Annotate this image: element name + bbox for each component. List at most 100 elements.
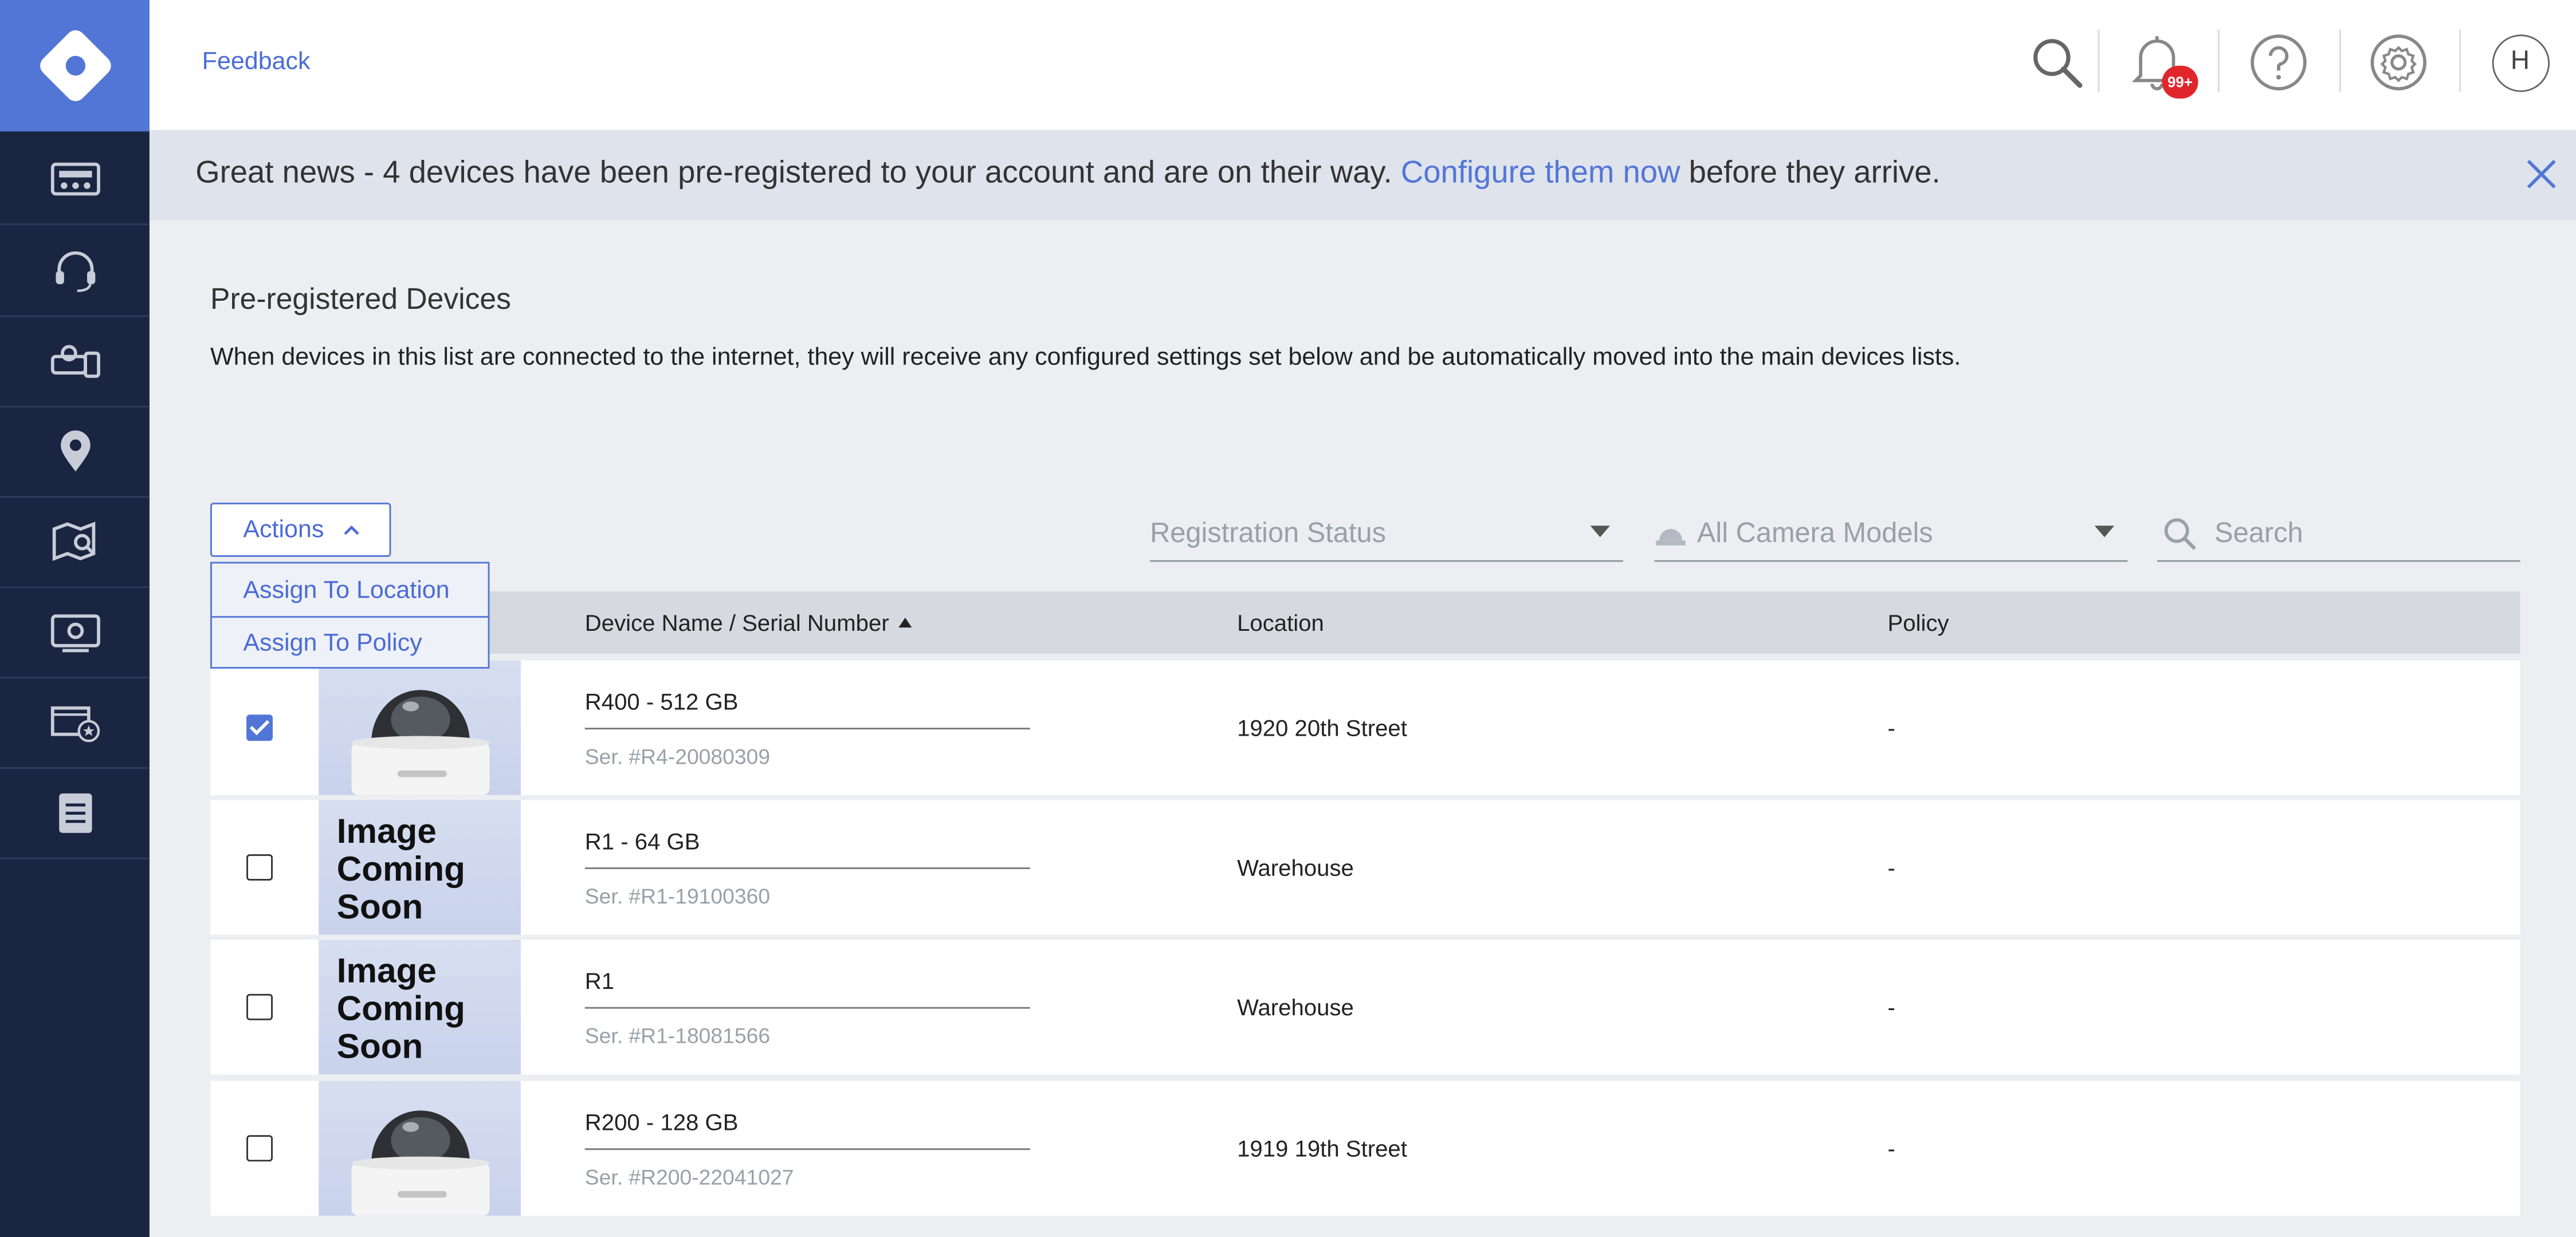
divider bbox=[2459, 29, 2461, 92]
settings-button[interactable] bbox=[2366, 30, 2432, 96]
serial-number: Ser. #R1-18081566 bbox=[584, 1023, 771, 1048]
actions-menu: Assign To Location Assign To Policy bbox=[210, 561, 490, 669]
actions-button[interactable]: Actions bbox=[210, 502, 391, 557]
device-location: Warehouse bbox=[1237, 993, 1354, 1020]
top-bar: Feedback 99+ H bbox=[149, 0, 2576, 130]
search-icon bbox=[2164, 517, 2196, 549]
monitor-icon bbox=[50, 613, 100, 651]
device-location: Warehouse bbox=[1237, 854, 1354, 881]
logo-icon bbox=[35, 26, 115, 105]
chevron-down-icon bbox=[2094, 525, 2115, 537]
device-policy: - bbox=[1887, 854, 1895, 881]
underline bbox=[584, 1007, 1030, 1009]
sidebar-item-reports[interactable] bbox=[0, 767, 150, 859]
banner-text-after: before they arrive. bbox=[1680, 156, 1941, 191]
headset-icon bbox=[55, 250, 95, 292]
row-checkbox[interactable] bbox=[246, 993, 273, 1020]
camera-model-label: All Camera Models bbox=[1697, 516, 1933, 548]
sidebar-item-devices[interactable] bbox=[0, 316, 150, 408]
camera-model-select[interactable]: All Camera Models bbox=[1654, 506, 2128, 562]
sidebar-item-dashboard[interactable] bbox=[0, 133, 150, 225]
underline bbox=[584, 728, 1030, 730]
reports-icon bbox=[58, 792, 92, 832]
configure-link[interactable]: Configure them now bbox=[1401, 156, 1680, 190]
banner-message: Great news - 4 devices have been pre-reg… bbox=[195, 156, 1940, 192]
device-name[interactable]: R1 bbox=[585, 968, 614, 994]
table-row[interactable]: Image Coming Soon R1 - 64 GB Ser. #R1-1910… bbox=[210, 800, 2520, 935]
map-search-icon bbox=[52, 521, 95, 560]
row-checkbox[interactable] bbox=[246, 1135, 273, 1162]
search-icon bbox=[2033, 39, 2083, 88]
video-star-icon bbox=[50, 705, 99, 741]
location-pin-icon bbox=[60, 429, 90, 471]
devices-icon bbox=[50, 344, 100, 378]
search-placeholder: Search bbox=[2214, 516, 2303, 548]
sidebar-item-support[interactable] bbox=[0, 225, 150, 317]
device-name[interactable]: R200 - 128 GB bbox=[585, 1109, 739, 1135]
table-row[interactable]: R200 - 128 GB Ser. #R200-22041027 1919 1… bbox=[210, 1081, 2520, 1216]
image-placeholder-text: Image Coming Soon bbox=[336, 953, 465, 1066]
camera-image bbox=[351, 1110, 490, 1216]
sidebar-item-clips[interactable] bbox=[0, 677, 150, 769]
device-thumbnail: Image Coming Soon bbox=[319, 800, 521, 935]
registration-status-select[interactable]: Registration Status bbox=[1150, 506, 1623, 562]
gear-icon bbox=[2370, 34, 2427, 91]
close-icon[interactable] bbox=[2523, 156, 2559, 192]
underline bbox=[584, 867, 1030, 869]
camera-image bbox=[351, 690, 490, 795]
logo[interactable] bbox=[0, 0, 150, 132]
serial-number: Ser. #R200-22041027 bbox=[584, 1164, 794, 1189]
device-policy: - bbox=[1887, 1135, 1895, 1162]
sidebar-item-monitor[interactable] bbox=[0, 587, 150, 679]
device-name[interactable]: R1 - 64 GB bbox=[585, 828, 700, 854]
device-thumbnail bbox=[319, 1081, 521, 1216]
row-checkbox[interactable] bbox=[246, 854, 273, 881]
table-header: Device Name / Serial Number Location Pol… bbox=[210, 591, 2520, 654]
column-device-name[interactable]: Device Name / Serial Number bbox=[585, 610, 912, 636]
table-row[interactable]: R400 - 512 GB Ser. #R4-20080309 1920 20t… bbox=[210, 660, 2520, 795]
feedback-link[interactable]: Feedback bbox=[202, 48, 311, 76]
divider bbox=[2217, 29, 2220, 92]
divider bbox=[2098, 29, 2100, 92]
image-placeholder-text: Image Coming Soon bbox=[336, 813, 465, 927]
device-policy: - bbox=[1887, 993, 1895, 1020]
help-button[interactable] bbox=[2246, 30, 2312, 96]
column-location[interactable]: Location bbox=[1237, 610, 1324, 636]
serial-number: Ser. #R1-19100360 bbox=[584, 883, 771, 909]
serial-number: Ser. #R4-20080309 bbox=[584, 744, 771, 769]
menu-item-assign-location[interactable]: Assign To Location bbox=[212, 563, 488, 616]
sidebar-item-map[interactable] bbox=[0, 496, 150, 588]
sidebar-item-locations[interactable] bbox=[0, 406, 150, 498]
device-policy: - bbox=[1887, 714, 1895, 741]
sidebar bbox=[0, 0, 150, 1237]
notice-banner: Great news - 4 devices have been pre-reg… bbox=[149, 129, 2576, 221]
menu-item-assign-policy[interactable]: Assign To Policy bbox=[211, 616, 488, 669]
device-name[interactable]: R400 - 512 GB bbox=[585, 688, 739, 714]
page-description: When devices in this list are connected … bbox=[210, 343, 1961, 372]
dashboard-icon bbox=[50, 162, 100, 195]
chevron-down-icon bbox=[1590, 525, 1610, 537]
notification-badge: 99+ bbox=[2162, 65, 2198, 99]
user-avatar-button[interactable]: H bbox=[2487, 30, 2553, 96]
underline bbox=[584, 1148, 1030, 1150]
column-policy[interactable]: Policy bbox=[1888, 610, 1949, 636]
camera-icon bbox=[1656, 528, 1686, 545]
avatar: H bbox=[2491, 33, 2549, 92]
device-thumbnail bbox=[319, 660, 521, 795]
device-location: 1919 19th Street bbox=[1237, 1135, 1407, 1162]
device-thumbnail: Image Coming Soon bbox=[319, 940, 521, 1075]
table-row[interactable]: Image Coming Soon R1 Ser. #R1-18081566 War… bbox=[210, 940, 2520, 1075]
actions-label: Actions bbox=[243, 516, 324, 544]
sort-ascending-icon bbox=[898, 618, 912, 628]
search-input[interactable]: Search bbox=[2157, 506, 2520, 562]
search-button[interactable] bbox=[2024, 30, 2090, 96]
device-location: 1920 20th Street bbox=[1237, 714, 1407, 741]
page-title: Pre-registered Devices bbox=[210, 282, 511, 316]
banner-text-before: Great news - 4 devices have been pre-reg… bbox=[195, 156, 1401, 191]
column-device-name-label: Device Name / Serial Number bbox=[584, 609, 889, 636]
chevron-up-icon bbox=[344, 524, 360, 535]
divider bbox=[2339, 29, 2341, 92]
help-icon bbox=[2251, 34, 2307, 91]
row-checkbox[interactable] bbox=[246, 714, 273, 741]
registration-status-label: Registration Status bbox=[1150, 516, 1386, 548]
